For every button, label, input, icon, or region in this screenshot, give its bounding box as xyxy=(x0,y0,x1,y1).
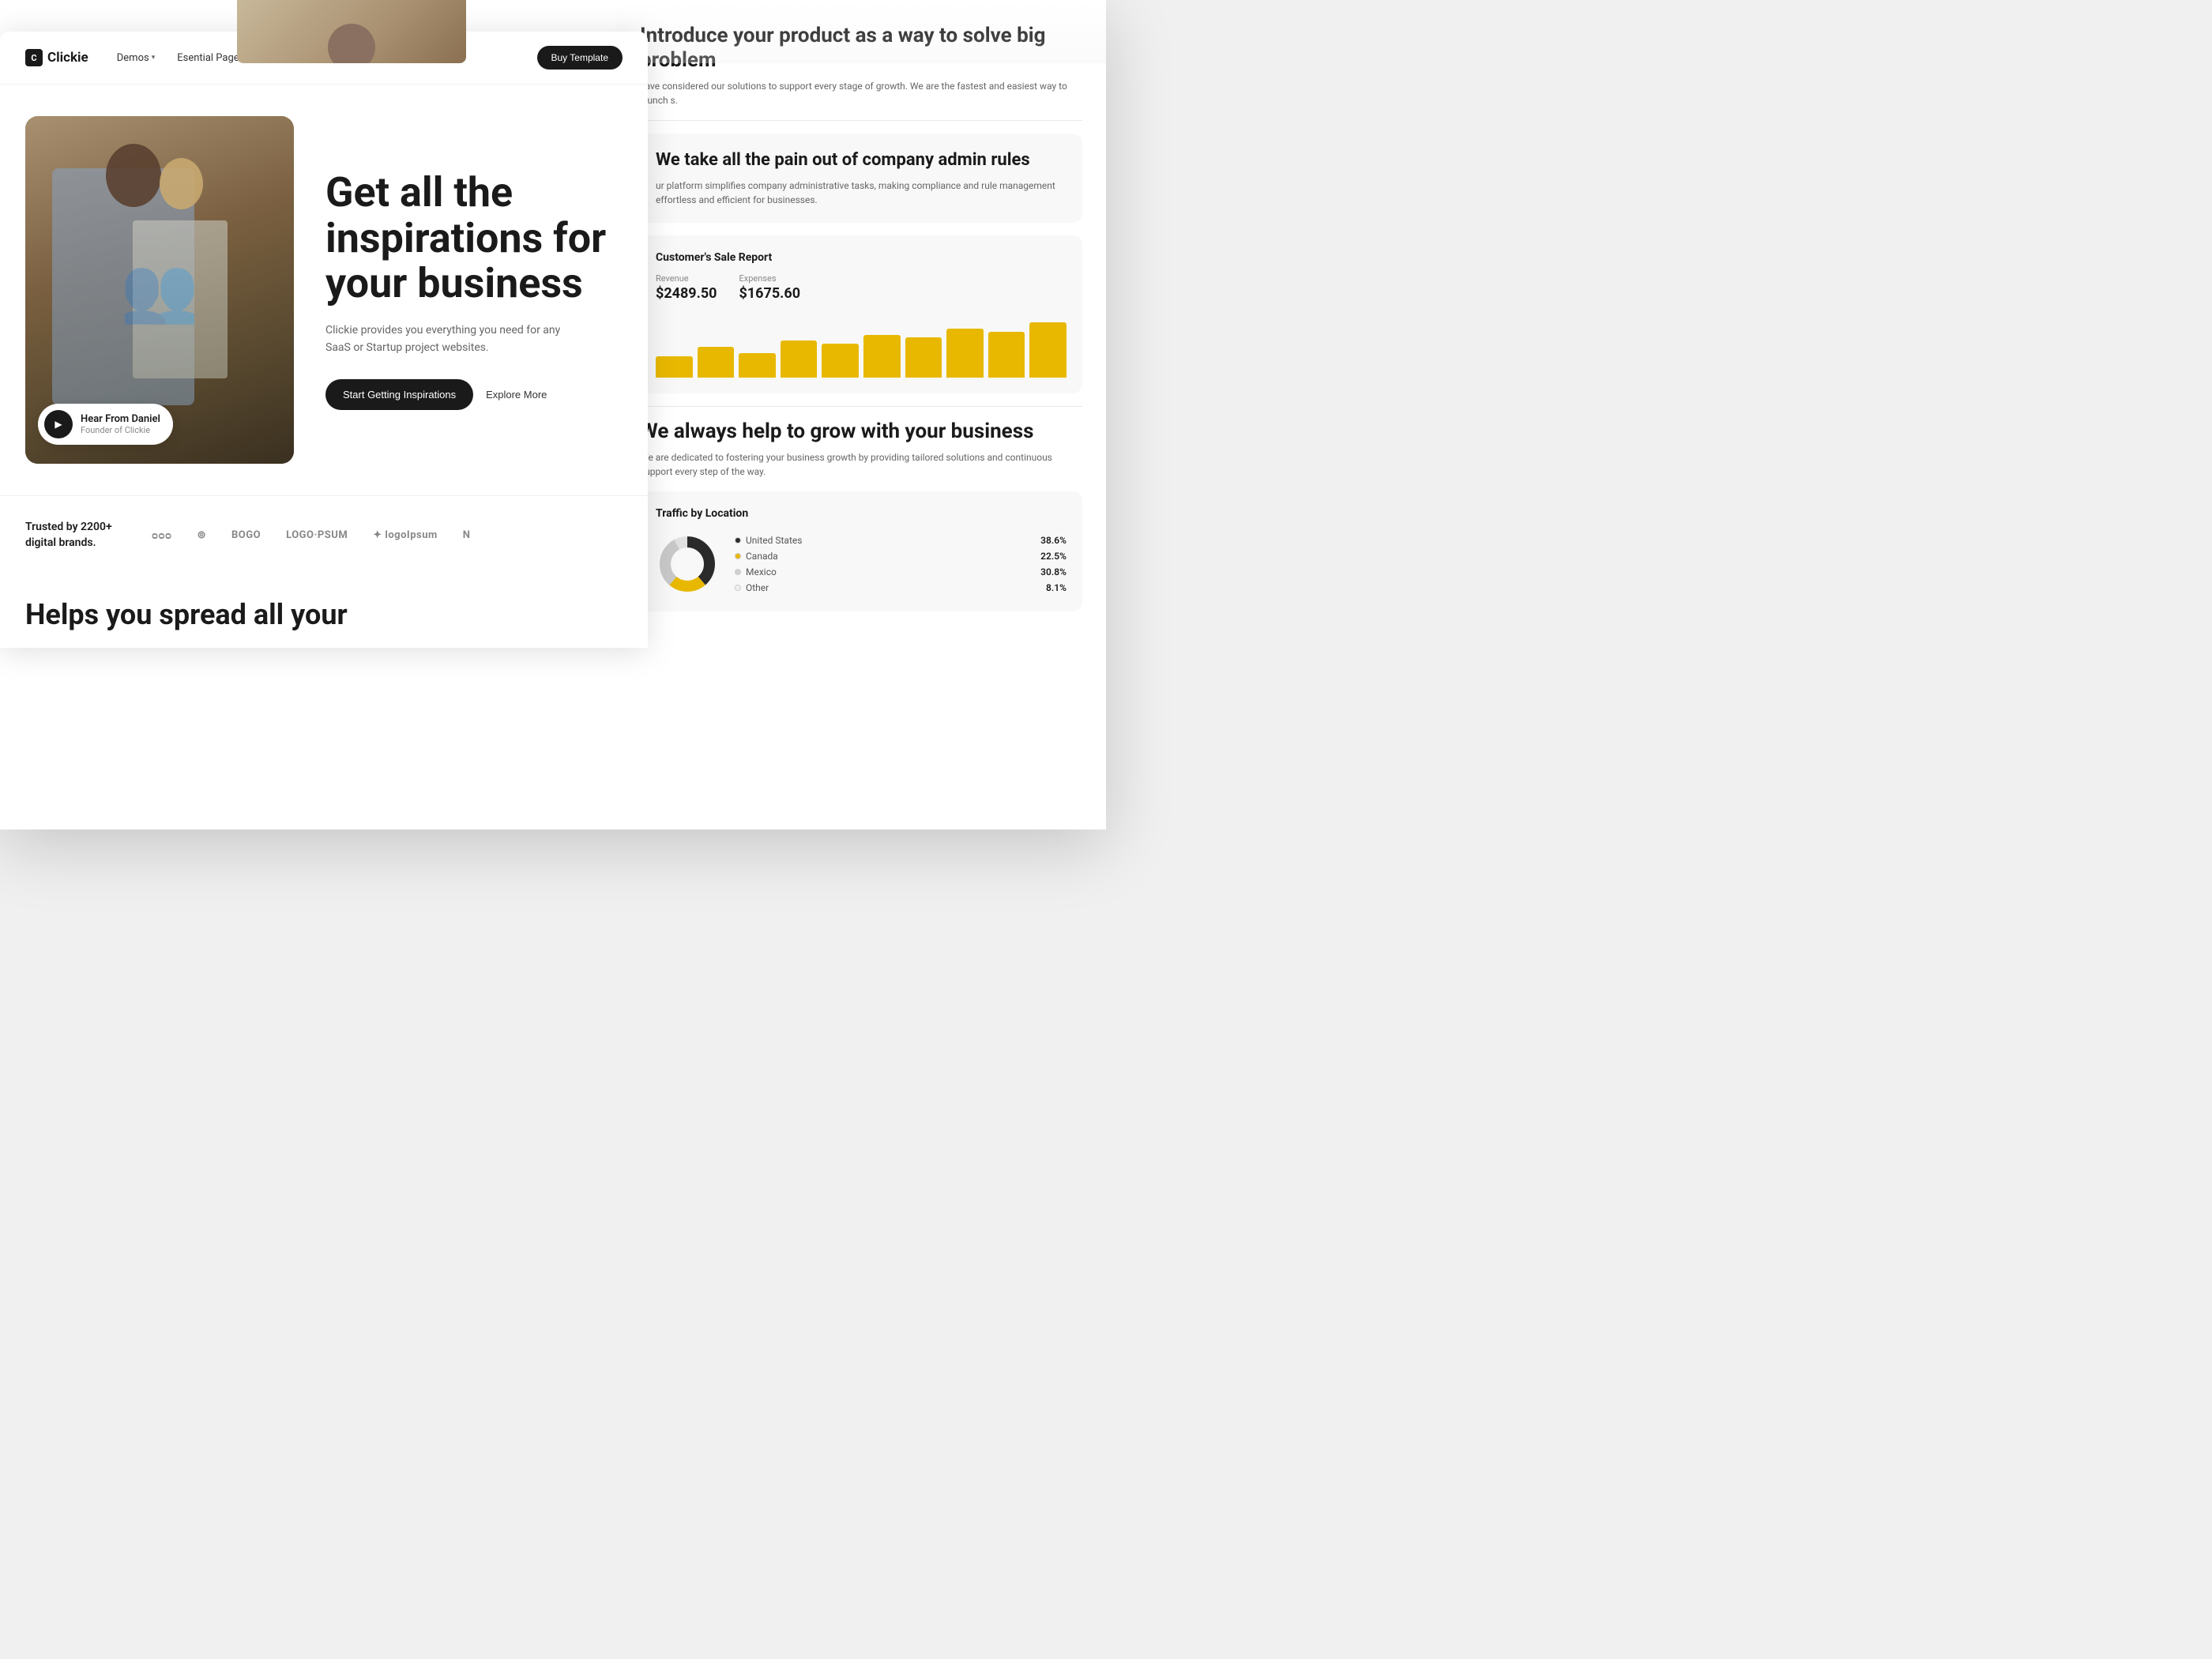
bottom-title: Helps you spread all your xyxy=(25,598,623,632)
expenses-label: Expenses xyxy=(739,273,801,284)
legend-value: 30.8% xyxy=(1040,566,1066,577)
revenue-metric: Revenue $2489.50 xyxy=(656,273,717,302)
hero-image-wrap: ▶ Hear From Daniel Founder of Clickie xyxy=(25,116,294,464)
brand-logo-6: N xyxy=(463,529,471,541)
legend-item: Canada 22.5% xyxy=(735,551,1066,562)
hero-content: Get all the inspirations for your busine… xyxy=(325,170,623,409)
brand-logo-4: LOGO·PSUM xyxy=(286,529,348,541)
logo[interactable]: C Clickie xyxy=(25,49,88,66)
introduce-heading: Introduce your product as a way to solve… xyxy=(640,24,1082,73)
grow-heading: We always help to grow with your busines… xyxy=(640,419,1082,444)
bar xyxy=(946,329,984,378)
revenue-value: $2489.50 xyxy=(656,285,717,302)
bottom-headline: Helps you spread all your xyxy=(0,574,648,648)
legend-item: Mexico 30.8% xyxy=(735,566,1066,577)
legend-value: 38.6% xyxy=(1040,535,1066,546)
traffic-content: United States 38.6% Canada 22.5% Mexico … xyxy=(656,532,1066,596)
legend-value: 8.1% xyxy=(1046,582,1066,593)
legend-dot xyxy=(735,569,741,575)
hero-buttons: Start Getting Inspirations Explore More xyxy=(325,379,623,410)
sales-metrics: Revenue $2489.50 Expenses $1675.60 xyxy=(656,273,1066,302)
brand-logos: ᴑᴑᴑ ⊚ BOGO LOGO·PSUM ✦ logoIpsum N xyxy=(152,529,470,542)
buy-template-button[interactable]: Buy Template xyxy=(537,46,623,70)
bar xyxy=(863,335,901,378)
start-getting-inspirations-button[interactable]: Start Getting Inspirations xyxy=(325,379,473,410)
grow-section: We always help to grow with your busines… xyxy=(640,419,1082,479)
chevron-down-icon: ▾ xyxy=(152,54,156,62)
legend-label: United States xyxy=(735,535,802,546)
legend-dot xyxy=(735,537,741,544)
introduce-description: have considered our solutions to support… xyxy=(640,79,1082,107)
bar xyxy=(656,356,693,378)
grow-description: We are dedicated to fostering your busin… xyxy=(640,450,1082,479)
bar xyxy=(739,353,776,378)
divider xyxy=(640,120,1082,121)
legend-item: United States 38.6% xyxy=(735,535,1066,546)
legend-label: Canada xyxy=(735,551,778,562)
legend-dot xyxy=(735,585,741,591)
right-panels: Introduce your product as a way to solve… xyxy=(616,0,1106,640)
bar xyxy=(822,344,859,378)
bar-chart xyxy=(656,314,1066,378)
bar xyxy=(905,337,942,378)
explore-more-button[interactable]: Explore More xyxy=(486,389,547,401)
brand-logo-3: BOGO xyxy=(231,529,261,541)
brand-logo-5: ✦ logoIpsum xyxy=(373,529,438,541)
legend-item: Other 8.1% xyxy=(735,582,1066,593)
legend-value: 22.5% xyxy=(1040,551,1066,562)
bar xyxy=(1029,322,1066,378)
bar xyxy=(781,340,818,378)
revenue-label: Revenue xyxy=(656,273,717,284)
legend-dot xyxy=(735,553,741,559)
traffic-title: Traffic by Location xyxy=(656,507,1066,520)
expenses-value: $1675.60 xyxy=(739,285,801,302)
testimonial-badge[interactable]: ▶ Hear From Daniel Founder of Clickie xyxy=(38,404,173,445)
bar xyxy=(698,347,735,378)
admin-description: ur platform simplifies company administr… xyxy=(656,179,1066,207)
bar xyxy=(988,332,1025,378)
donut-chart xyxy=(656,532,719,596)
brand-logo-2: ⊚ xyxy=(198,529,206,541)
trusted-section: Trusted by 2200+ digital brands. ᴑᴑᴑ ⊚ B… xyxy=(0,495,648,574)
traffic-card: Traffic by Location United States 38.6% xyxy=(640,491,1082,611)
logo-icon: C xyxy=(25,49,43,66)
sales-report-card: Customer's Sale Report Revenue $2489.50 … xyxy=(640,235,1082,393)
hero-title: Get all the inspirations for your busine… xyxy=(325,170,623,306)
traffic-legend: United States 38.6% Canada 22.5% Mexico … xyxy=(735,535,1066,593)
admin-feature-card: We take all the pain out of company admi… xyxy=(640,134,1082,223)
divider-2 xyxy=(640,406,1082,407)
introduce-section: Introduce your product as a way to solve… xyxy=(640,24,1082,107)
nav-demos[interactable]: Demos ▾ xyxy=(117,52,155,64)
expenses-metric: Expenses $1675.60 xyxy=(739,273,801,302)
trusted-label: Trusted by 2200+ digital brands. xyxy=(25,520,120,551)
legend-label: Other xyxy=(735,582,769,593)
sales-report-title: Customer's Sale Report xyxy=(656,251,1066,264)
hero-section: ▶ Hear From Daniel Founder of Clickie Ge… xyxy=(0,85,648,495)
hero-description: Clickie provides you everything you need… xyxy=(325,322,578,357)
legend-label: Mexico xyxy=(735,566,777,577)
testimonial-name: Hear From Daniel xyxy=(81,413,160,425)
brand-logo-1: ᴑᴑᴑ xyxy=(152,529,172,542)
logo-text: Clickie xyxy=(47,50,88,66)
play-icon: ▶ xyxy=(44,410,73,438)
admin-heading: We take all the pain out of company admi… xyxy=(656,149,1066,172)
testimonial-role: Founder of Clickie xyxy=(81,425,160,435)
